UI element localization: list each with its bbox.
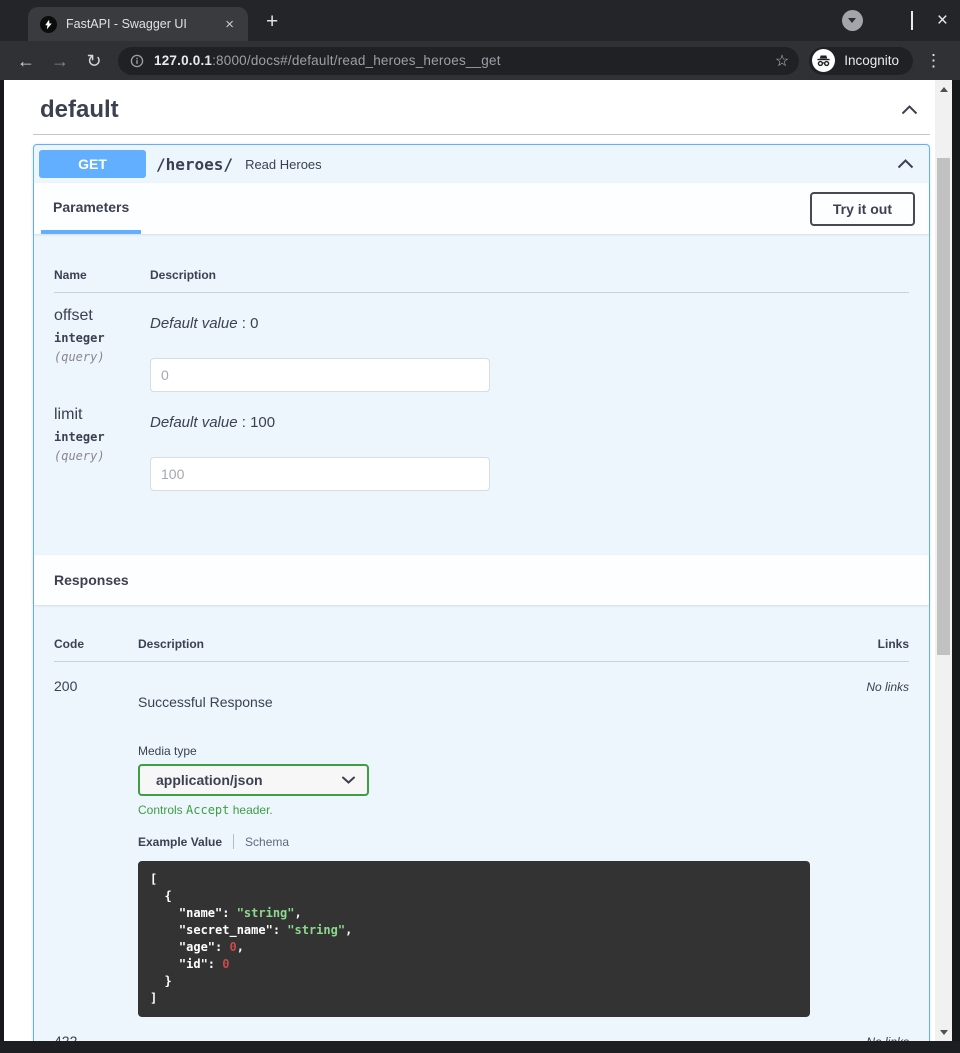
tab-schema[interactable]: Schema xyxy=(245,835,289,849)
window-bottom-edge xyxy=(0,1041,960,1053)
url-bar[interactable]: 127.0.0.1:8000/docs#/default/read_heroes… xyxy=(118,47,799,75)
tab-close-icon[interactable]: × xyxy=(221,15,238,34)
response-code: 200 xyxy=(54,678,77,694)
param-row-limit: limit integer (query) Default value : 10… xyxy=(54,392,909,491)
reload-icon[interactable]: ↻ xyxy=(80,52,108,70)
response-description: Successful Response xyxy=(138,694,849,710)
opblock-get-heroes: GET /heroes/ Read Heroes Parameters Try … xyxy=(33,144,930,1041)
endpoint-summary: Read Heroes xyxy=(245,157,322,172)
url-path: :8000/docs#/default/read_heroes_heroes__… xyxy=(212,53,501,68)
col-header-description: Description xyxy=(150,268,909,282)
col-header-name: Name xyxy=(54,268,150,282)
page-scrollbar[interactable] xyxy=(935,80,952,1041)
parameters-section-header: Parameters Try it out xyxy=(34,183,929,234)
tab-separator xyxy=(233,834,234,849)
opblock-collapse-icon[interactable] xyxy=(897,159,914,169)
response-links: No links xyxy=(866,1035,909,1041)
info-icon[interactable] xyxy=(130,54,144,68)
opblock-header[interactable]: GET /heroes/ Read Heroes xyxy=(34,145,929,183)
example-schema-tabs: Example Value Schema xyxy=(138,834,849,849)
section-divider xyxy=(33,134,930,135)
http-method-badge: GET xyxy=(39,150,146,178)
responses-table: Code Description Links 200 Successful Re… xyxy=(34,605,929,1041)
param-offset-input[interactable] xyxy=(150,358,490,392)
url-host: 127.0.0.1 xyxy=(154,53,212,68)
param-description: Default value : 0 xyxy=(150,315,909,332)
response-row-422: 422 Validation Error No links xyxy=(54,1017,909,1041)
tab-title: FastAPI - Swagger UI xyxy=(66,17,212,31)
param-limit-input[interactable] xyxy=(150,457,490,491)
tab-example-value[interactable]: Example Value xyxy=(138,835,222,849)
param-type: integer xyxy=(54,430,150,444)
browser-menu-icon[interactable]: ⋮ xyxy=(919,51,948,71)
endpoint-path: /heroes/ xyxy=(156,155,233,174)
param-name: offset xyxy=(54,307,150,325)
fastapi-favicon-icon xyxy=(40,16,57,33)
page-viewport: default GET /heroes/ Read Heroes xyxy=(4,80,952,1041)
param-type: integer xyxy=(54,331,150,345)
tab-strip: FastAPI - Swagger UI × + × xyxy=(0,0,960,41)
media-type-value: application/json xyxy=(156,772,263,788)
response-row-200: 200 Successful Response Media type appli… xyxy=(54,662,909,1017)
tab-parameters[interactable]: Parameters xyxy=(41,183,141,234)
param-name: limit xyxy=(54,406,150,424)
try-it-out-button[interactable]: Try it out xyxy=(810,192,915,226)
api-section-title[interactable]: default xyxy=(40,96,119,124)
url-text[interactable]: 127.0.0.1:8000/docs#/default/read_heroes… xyxy=(154,53,765,68)
maximize-button[interactable] xyxy=(911,12,913,30)
param-location: (query) xyxy=(54,350,150,364)
param-row-offset: offset integer (query) Default value : 0 xyxy=(54,293,909,392)
parameters-tab-label: Parameters xyxy=(53,199,129,215)
new-tab-button[interactable]: + xyxy=(266,11,278,32)
scrollbar-down-icon[interactable] xyxy=(935,1025,952,1039)
example-code: [ { "name": "string", "secret_name": "st… xyxy=(150,871,798,1007)
accept-header-note: Controls Accept header. xyxy=(138,803,849,817)
tab-search-icon[interactable] xyxy=(842,10,863,31)
col-header-code: Code xyxy=(54,637,138,651)
responses-title: Responses xyxy=(54,572,129,588)
incognito-badge: Incognito xyxy=(809,47,913,75)
parameters-table: Name Description offset integer (query) … xyxy=(34,234,929,555)
swagger-ui: default GET /heroes/ Read Heroes xyxy=(33,80,930,1041)
chevron-down-icon xyxy=(342,776,355,784)
param-location: (query) xyxy=(54,449,150,463)
col-header-description: Description xyxy=(138,637,849,651)
incognito-icon xyxy=(812,49,835,72)
forward-icon[interactable]: → xyxy=(46,52,74,70)
browser-toolbar: ← → ↻ 127.0.0.1:8000/docs#/default/read_… xyxy=(0,41,960,80)
section-collapse-icon[interactable] xyxy=(901,105,918,115)
col-header-links: Links xyxy=(849,637,909,651)
responses-section-header: Responses xyxy=(34,555,929,605)
param-description: Default value : 100 xyxy=(150,414,909,431)
media-type-select[interactable]: application/json xyxy=(138,764,369,796)
back-icon[interactable]: ← xyxy=(12,52,40,70)
browser-window: FastAPI - Swagger UI × + × ← → ↻ 127.0.0… xyxy=(0,0,960,1053)
scrollbar-thumb[interactable] xyxy=(937,158,950,655)
browser-tab[interactable]: FastAPI - Swagger UI × xyxy=(28,7,248,41)
incognito-label: Incognito xyxy=(844,53,899,68)
bookmark-star-icon[interactable]: ☆ xyxy=(775,51,789,71)
scrollbar-up-icon[interactable] xyxy=(935,82,952,96)
media-type-label: Media type xyxy=(138,744,849,758)
response-links: No links xyxy=(866,680,909,694)
response-code: 422 xyxy=(54,1033,77,1041)
window-close-button[interactable]: × xyxy=(937,11,948,30)
example-json-block[interactable]: [ { "name": "string", "secret_name": "st… xyxy=(138,861,810,1017)
